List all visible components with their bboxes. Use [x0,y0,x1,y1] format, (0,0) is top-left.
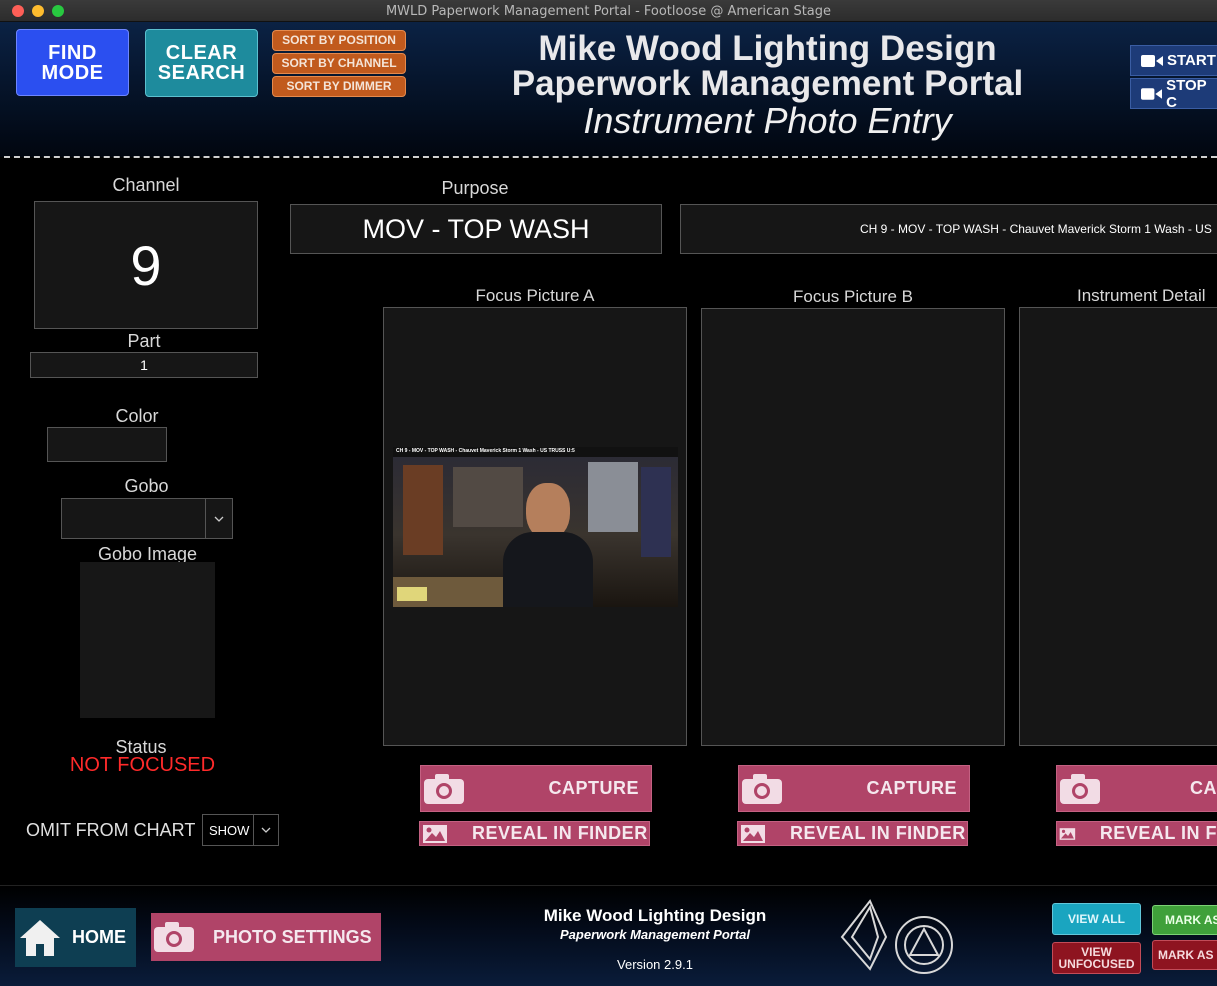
omit-from-chart-dropdown[interactable]: SHOW [202,814,279,846]
chevron-down-icon [214,516,224,522]
capture-b-label: CAPTURE [866,778,957,798]
image-icon [423,824,447,843]
footer-portal: Paperwork Management Portal [560,927,750,942]
reveal-b-button[interactable]: REVEAL IN FINDER [737,821,968,846]
sort-by-channel-button[interactable]: SORT BY CHANNEL [272,53,406,74]
sort-by-dimmer-button[interactable]: SORT BY DIMMER [272,76,406,97]
mark-as-unfocused-button[interactable]: MARK AS [1152,940,1217,970]
instrument-description-field[interactable]: CH 9 - MOV - TOP WASH - Chauvet Maverick… [680,204,1217,254]
focus-picture-a-container[interactable]: CH 9 - MOV - TOP WASH - Chauvet Maverick… [383,307,687,746]
omit-value: SHOW [209,823,250,838]
header-divider [4,156,1217,158]
omit-dropdown-toggle[interactable] [253,815,278,845]
mark-as-unfocused-label: MARK AS [1158,948,1214,962]
color-label: Color [115,406,159,426]
find-mode-button[interactable]: FIND MODE [16,29,129,96]
color-field[interactable] [47,427,167,462]
start-label: START [1167,52,1216,69]
camera-icon [1060,773,1100,804]
clear-search-button[interactable]: CLEAR SEARCH [145,29,258,97]
reveal-a-button[interactable]: REVEAL IN FINDER [419,821,650,846]
start-recording-button[interactable]: START [1130,45,1217,76]
image-icon [1059,827,1076,840]
camera-icon [154,922,194,952]
window-title: MWLD Paperwork Management Portal - Footl… [385,4,832,19]
focus-picture-a-image: CH 9 - MOV - TOP WASH - Chauvet Maverick… [393,447,678,607]
union-seal-icon [840,899,953,974]
focus-picture-b-container[interactable] [701,308,1005,746]
footer-version: Version 2.9.1 [617,957,693,972]
stop-label: STOP C [1166,76,1207,111]
view-all-button[interactable]: VIEW ALL [1052,903,1141,935]
home-icon [20,919,60,956]
channel-value: 9 [130,233,162,297]
photo-settings-button[interactable]: PHOTO SETTINGS [151,913,381,961]
home-button[interactable]: HOME [15,908,136,967]
channel-field[interactable]: 9 [34,201,258,329]
capture-detail-label: CA [1190,778,1217,798]
capture-a-button[interactable]: CAPTURE [420,765,652,812]
part-field[interactable]: 1 [30,352,258,378]
status-value: NOT FOCUSED [69,754,216,776]
sort-by-position-button[interactable]: SORT BY POSITION [272,30,406,51]
capture-detail-button[interactable]: CA [1056,765,1217,812]
capture-b-button[interactable]: CAPTURE [738,765,970,812]
part-value: 1 [140,357,148,373]
focus-picture-b-label: Focus Picture B [793,287,913,306]
mark-as-focused-button[interactable]: MARK AS [1152,905,1217,935]
window-titlebar: MWLD Paperwork Management Portal - Footl… [0,0,1217,22]
reveal-detail-button[interactable]: REVEAL IN F [1056,821,1217,846]
part-label: Part [127,331,161,351]
view-unfocused-button[interactable]: VIEW UNFOCUSED [1052,942,1141,974]
instrument-description-value: CH 9 - MOV - TOP WASH - Chauvet Maverick… [860,222,1212,236]
omit-from-chart-label: OMIT FROM CHART [26,820,196,840]
camera-icon [742,773,782,804]
chevron-down-icon [261,827,271,833]
reveal-a-label: REVEAL IN FINDER [472,823,648,843]
reveal-detail-label: REVEAL IN F [1099,823,1217,843]
home-label: HOME [72,927,126,947]
find-mode-label: FIND MODE [41,41,104,84]
image-icon [741,824,765,843]
app-title-line1: Mike Wood Lighting Design [538,29,997,68]
footer-company: Mike Wood Lighting Design [543,906,767,925]
capture-a-label: CAPTURE [548,778,639,798]
reveal-b-label: REVEAL IN FINDER [790,823,966,843]
camera-icon [424,773,464,804]
gobo-dropdown[interactable] [61,498,233,539]
view-unfocused-label: VIEW UNFOCUSED [1058,945,1135,971]
video-camera-icon [1141,54,1163,67]
gobo-dropdown-toggle[interactable] [205,499,232,538]
purpose-label: Purpose [441,178,509,198]
clear-search-label: CLEAR SEARCH [157,42,246,84]
view-all-label: VIEW ALL [1068,912,1125,926]
gobo-image [80,562,215,718]
stop-recording-button[interactable]: STOP C [1130,76,1217,111]
gobo-label: Gobo [124,476,169,496]
instrument-detail-label: Instrument Detail [1077,286,1206,305]
instrument-detail-container[interactable] [1019,307,1217,746]
app-title-line2: Paperwork Management Portal [511,64,1024,103]
channel-label: Channel [112,175,180,195]
focus-picture-a-label: Focus Picture A [475,286,595,305]
iatse-logo [838,897,954,977]
purpose-field[interactable]: MOV - TOP WASH [290,204,662,254]
video-camera-icon [1141,87,1163,100]
photo-settings-label: PHOTO SETTINGS [213,926,372,947]
focus-picture-a-overlay-caption: CH 9 - MOV - TOP WASH - Chauvet Maverick… [396,448,575,454]
page-subtitle: Instrument Photo Entry [583,100,952,141]
mark-as-focused-label: MARK AS [1165,913,1217,927]
purpose-value: MOV - TOP WASH [362,214,590,244]
